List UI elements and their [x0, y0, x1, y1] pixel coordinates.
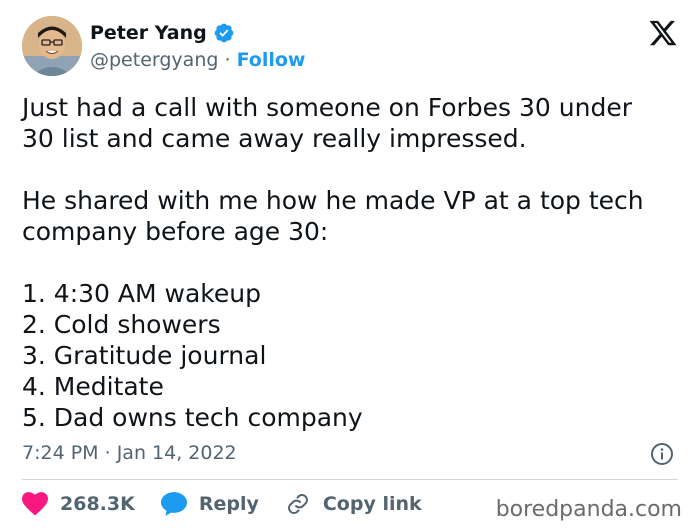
tweet-text: Just had a call with someone on Forbes 3…	[22, 93, 644, 432]
date-separator: ·	[104, 442, 111, 464]
copy-link-label: Copy link	[322, 493, 422, 515]
copy-link-button[interactable]: Copy link	[285, 492, 422, 516]
author-name-row: Peter Yang	[90, 22, 235, 44]
link-icon	[287, 494, 308, 514]
info-icon[interactable]	[650, 442, 674, 466]
heart-icon	[22, 492, 48, 516]
author-name[interactable]: Peter Yang	[90, 22, 207, 44]
watermark: boredpanda.com	[495, 497, 682, 522]
action-bar: 268.3K Reply Copy link	[22, 492, 448, 516]
x-logo-icon[interactable]	[648, 18, 678, 48]
verified-badge-icon	[214, 23, 234, 43]
tweet-time: 7:24 PM	[22, 442, 99, 464]
reply-label: Reply	[198, 493, 259, 515]
like-button[interactable]: 268.3K	[22, 492, 135, 516]
tweet-timestamp[interactable]: 7:24 PM · Jan 14, 2022	[22, 442, 237, 464]
handle-row: @petergyang · Follow	[90, 49, 305, 71]
divider	[22, 479, 678, 480]
author-handle[interactable]: @petergyang	[90, 49, 218, 71]
separator: ·	[224, 49, 231, 71]
tweet-date: Jan 14, 2022	[116, 442, 237, 464]
reply-bubble-icon	[160, 492, 187, 516]
avatar[interactable]	[22, 16, 82, 76]
profile-photo	[22, 16, 82, 76]
like-count: 268.3K	[60, 493, 135, 515]
reply-button[interactable]: Reply	[160, 492, 259, 516]
follow-button[interactable]: Follow	[237, 49, 306, 71]
